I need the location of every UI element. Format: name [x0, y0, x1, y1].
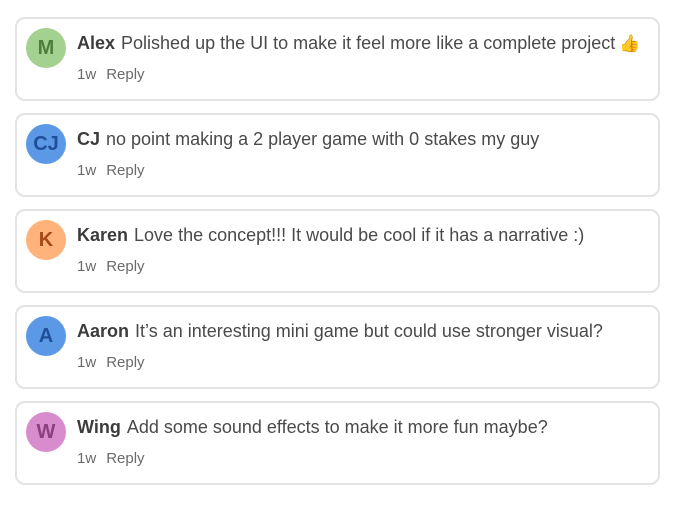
comment-text: no point making a 2 player game with 0 s… [106, 129, 540, 149]
comment-meta: 1w Reply [77, 162, 145, 180]
comment-line: Aaron It’s an interesting mini game but c… [77, 319, 648, 343]
comment-author[interactable]: Aaron [77, 321, 129, 341]
comment-timestamp: 1w [77, 354, 97, 371]
comment-timestamp: 1w [77, 162, 97, 179]
avatar[interactable]: K [26, 220, 66, 260]
comment-timestamp: 1w [77, 66, 97, 83]
comment-meta: 1w Reply [77, 450, 145, 468]
comment-text: Polished up the UI to make it feel more … [121, 33, 616, 53]
comment-card: W Wing Add some sound effects to make it … [15, 401, 660, 485]
comment-text: It’s an interesting mini game but could … [135, 321, 603, 341]
comment-card: CJ CJ no point making a 2 player game wit… [15, 113, 660, 197]
comment-meta: 1w Reply [77, 258, 145, 276]
avatar[interactable]: M [26, 28, 66, 68]
comment-text: Add some sound effects to make it more f… [126, 417, 548, 437]
comment-line: Karen Love the concept!!! It would be coo… [77, 223, 648, 247]
comment-meta: 1w Reply [77, 354, 145, 372]
comment-line: CJ no point making a 2 player game with 0… [77, 127, 648, 151]
avatar[interactable]: W [26, 412, 66, 452]
comment-card: K Karen Love the concept!!! It would be c… [15, 209, 660, 293]
comment-author[interactable]: Alex [77, 33, 115, 53]
reply-button[interactable]: Reply [106, 66, 144, 83]
reply-button[interactable]: Reply [106, 162, 144, 179]
comment-author[interactable]: Karen [77, 225, 128, 245]
comment-card: M Alex Polished up the UI to make it feel… [15, 17, 660, 101]
comment-timestamp: 1w [77, 258, 97, 275]
comment-timestamp: 1w [77, 450, 97, 467]
comment-text: Love the concept!!! It would be cool if … [134, 225, 585, 245]
comment-card: A Aaron It’s an interesting mini game but… [15, 305, 660, 389]
comment-feed: M Alex Polished up the UI to make it feel… [0, 0, 678, 514]
thumbs-up-icon: 👍 [619, 34, 641, 53]
reply-button[interactable]: Reply [106, 258, 144, 275]
comment-author[interactable]: CJ [77, 129, 100, 149]
reply-button[interactable]: Reply [106, 450, 144, 467]
reply-button[interactable]: Reply [106, 354, 144, 371]
comment-author[interactable]: Wing [77, 417, 121, 437]
avatar[interactable]: A [26, 316, 66, 356]
avatar[interactable]: CJ [26, 124, 66, 164]
comment-meta: 1w Reply [77, 66, 145, 84]
comment-line: Alex Polished up the UI to make it feel m… [77, 31, 648, 56]
comment-line: Wing Add some sound effects to make it mo… [77, 415, 648, 439]
